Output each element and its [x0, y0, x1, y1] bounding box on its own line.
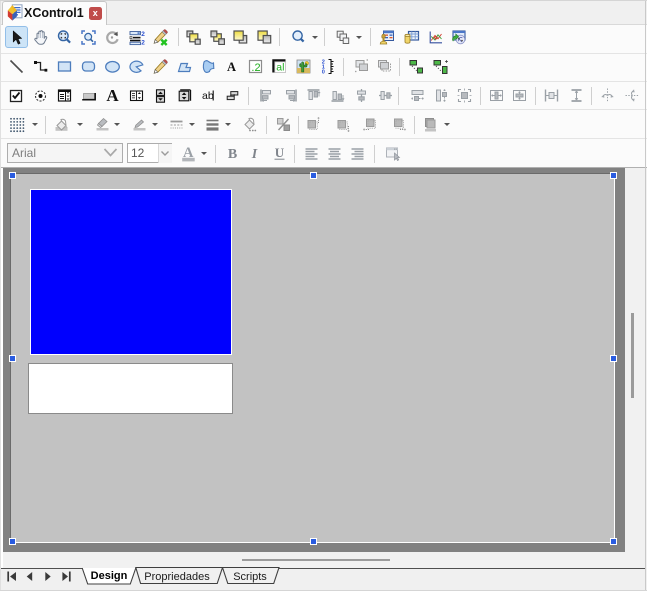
svg-text:ab: ab	[202, 90, 214, 102]
svg-text:0: 0	[322, 70, 325, 75]
svg-text:U: U	[275, 145, 285, 160]
svg-text:al: al	[276, 62, 284, 74]
svg-text:2: 2	[141, 31, 145, 38]
svg-text:A: A	[227, 60, 236, 74]
svg-text:.2: .2	[252, 62, 261, 74]
svg-text:B: B	[228, 147, 237, 162]
svg-text:2: 2	[141, 39, 145, 46]
svg-text:I: I	[251, 147, 258, 162]
svg-text:A: A	[106, 87, 119, 104]
